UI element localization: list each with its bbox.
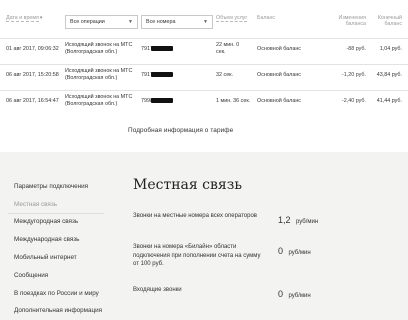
row-volume: 32 сек.: [216, 72, 252, 79]
row-final: 1,04 руб.: [379, 46, 402, 52]
sidebar-item-messages[interactable]: Сообщения: [14, 272, 48, 279]
sidebar-item-travel[interactable]: В поездках по России и миру: [14, 290, 99, 297]
call-history: Дата и время▾ Все операции ▼ Все номера …: [0, 0, 408, 152]
rate-value-incoming: 0 руб/мин: [278, 284, 311, 302]
column-final: Конечный баланс: [377, 15, 402, 28]
operations-filter-select[interactable]: Все операции ▼: [65, 15, 138, 29]
rate-value-number: 1,2: [278, 215, 291, 225]
numbers-filter-value: Все номера: [146, 19, 176, 25]
row-balance: Основной баланс: [257, 46, 301, 52]
row-volume-line1: 22 мин. 0: [216, 42, 240, 48]
rate-label-beeline: Звонки на номера «Билайн» области подклю…: [133, 244, 261, 268]
row-number: 7917: [141, 72, 173, 79]
row-operation-line1: Исходящий звонок на МТС: [65, 42, 133, 48]
row-operation: Исходящий звонок на МТС (Волгоградская о…: [65, 68, 140, 83]
column-balance: Баланс: [257, 15, 276, 21]
sort-caret-icon: ▾: [39, 15, 43, 21]
row-operation-line1: Исходящий звонок на МТС: [65, 68, 133, 74]
rate-value-unit: руб/мин: [288, 250, 311, 256]
rate-value-unit: руб/мин: [295, 219, 319, 225]
date-header-label: Дата и время: [6, 15, 39, 22]
redaction-mark: [151, 98, 173, 104]
row-final: 41,44 руб.: [376, 98, 402, 104]
table-row: 06 авг 2017, 16:54:47 Исходящий звонок н…: [0, 90, 408, 112]
row-operation: Исходящий звонок на МТС (Волгоградская о…: [65, 94, 140, 109]
row-operation-line1: Исходящий звонок на МТС: [65, 94, 133, 100]
row-operation-line2: (Волгоградская обл.): [65, 101, 118, 108]
sidebar-item-long-distance[interactable]: Междугородная связь: [14, 218, 78, 225]
redaction-mark: [151, 46, 173, 52]
row-number: 7917: [141, 46, 173, 53]
sidebar-item-international[interactable]: Международная связь: [14, 236, 79, 243]
sidebar-divider: [8, 213, 104, 214]
sidebar-item-additional-info[interactable]: Дополнительная информация: [14, 307, 102, 314]
table-row: 01 авг 2017, 09:06:32 Исходящий звонок н…: [0, 38, 408, 60]
row-datetime: 06 авг 2017, 15:20:58: [6, 72, 59, 78]
column-change: Изменения баланса: [338, 15, 366, 28]
rate-value-beeline: 0 руб/мин: [278, 241, 311, 259]
row-operation-line2: (Волгоградская обл.): [65, 75, 118, 82]
rate-label-local: Звонки на местные номера всех операторов: [133, 213, 257, 219]
column-volume[interactable]: Объем услуг: [216, 15, 248, 22]
operations-filter-value: Все операции: [70, 19, 105, 25]
sidebar-item-connection-params[interactable]: Параметры подключения: [14, 183, 88, 190]
rate-value-number: 0: [278, 246, 284, 256]
tariff-details-link[interactable]: Подробная информация о тарифе: [128, 127, 233, 134]
rate-value-number: 0: [278, 289, 284, 299]
table-row: 06 авг 2017, 15:20:58 Исходящий звонок н…: [0, 64, 408, 86]
row-balance: Основной баланс: [257, 72, 301, 78]
redaction-mark: [151, 72, 173, 78]
rate-value-unit: руб/мин: [288, 293, 311, 299]
row-volume-line1: 1 мин. 36 сек.: [216, 98, 251, 104]
rate-label-incoming: Входящие звонки: [133, 287, 182, 293]
row-final: 43,84 руб.: [376, 72, 402, 78]
row-change: -2,40 руб.: [341, 98, 366, 104]
row-operation: Исходящий звонок на МТС (Волгоградская о…: [65, 42, 140, 57]
numbers-filter-select[interactable]: Все номера ▼: [141, 15, 213, 29]
row-operation-line2: (Волгоградская обл.): [65, 49, 118, 56]
row-change: -1,20 руб.: [341, 72, 366, 78]
sidebar-item-local-calls[interactable]: Местная связь: [14, 201, 57, 208]
tariff-panel: Параметры подключения Местная связь Межд…: [0, 152, 408, 320]
row-volume: 22 мин. 0 сек.: [216, 42, 252, 57]
rate-value-local: 1,2 руб/мин: [278, 210, 318, 228]
row-change: -88 руб.: [346, 46, 366, 52]
row-datetime: 06 авг 2017, 16:54:47: [6, 98, 59, 104]
chevron-down-icon: ▼: [203, 19, 208, 25]
sidebar-item-mobile-internet[interactable]: Мобильный интернет: [14, 254, 77, 261]
row-volume: 1 мин. 36 сек.: [216, 98, 256, 105]
row-volume-line2: сек.: [216, 49, 226, 56]
row-number: 7998: [141, 98, 173, 105]
row-datetime: 01 авг 2017, 09:06:32: [6, 46, 59, 52]
row-volume-line1: 32 сек.: [216, 72, 234, 78]
volume-header-label: Объем услуг: [216, 15, 248, 22]
section-title: Местная связь: [133, 177, 242, 193]
row-balance: Основной баланс: [257, 98, 301, 104]
chevron-down-icon: ▼: [128, 19, 133, 25]
column-date[interactable]: Дата и время▾: [6, 15, 42, 22]
